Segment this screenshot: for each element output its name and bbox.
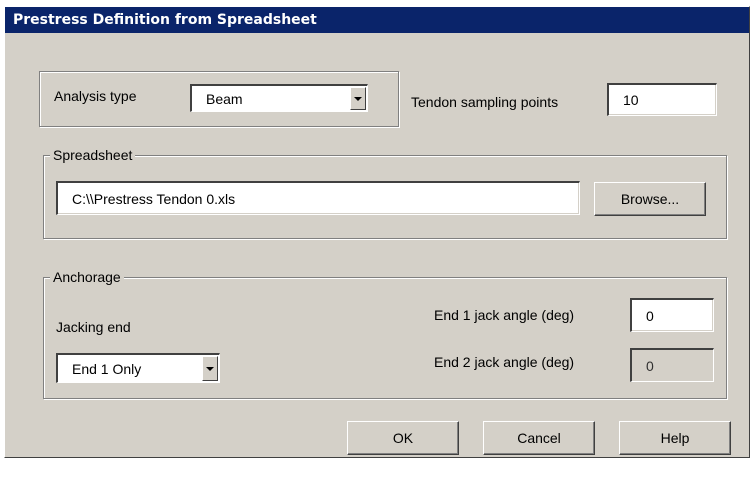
analysis-type-label: Analysis type xyxy=(54,88,137,104)
tendon-sampling-input[interactable]: 10 xyxy=(607,83,717,116)
jacking-end-value: End 1 Only xyxy=(72,360,142,377)
ok-button[interactable]: OK xyxy=(347,421,459,455)
spreadsheet-group-label: Spreadsheet xyxy=(50,146,136,164)
browse-button[interactable]: Browse... xyxy=(594,182,706,216)
chevron-down-icon xyxy=(206,366,214,371)
jacking-end-label: Jacking end xyxy=(56,319,131,335)
chevron-down-icon xyxy=(354,96,362,101)
analysis-type-dropdown-button[interactable] xyxy=(350,87,366,110)
jacking-end-dropdown-button[interactable] xyxy=(202,356,218,381)
window-title: Prestress Definition from Spreadsheet xyxy=(5,7,749,33)
anchorage-group-label: Anchorage xyxy=(50,268,124,286)
end1-jack-angle-input[interactable]: 0 xyxy=(630,298,714,332)
spreadsheet-path-input[interactable]: C:\\Prestress Tendon 0.xls xyxy=(56,181,580,215)
jacking-end-select[interactable]: End 1 Only xyxy=(56,353,220,383)
cancel-button[interactable]: Cancel xyxy=(483,421,595,455)
analysis-type-value: Beam xyxy=(206,90,243,107)
end2-jack-angle-label: End 2 jack angle (deg) xyxy=(434,354,575,370)
analysis-type-group: Analysis type Beam xyxy=(39,71,399,127)
anchorage-group: Anchorage Jacking end End 1 Only End 1 j… xyxy=(43,268,727,399)
spreadsheet-group: Spreadsheet C:\\Prestress Tendon 0.xls B… xyxy=(43,146,727,239)
analysis-type-select[interactable]: Beam xyxy=(190,84,368,112)
help-button[interactable]: Help xyxy=(619,421,731,455)
end2-jack-angle-input: 0 xyxy=(630,348,714,382)
end1-jack-angle-label: End 1 jack angle (deg) xyxy=(434,307,575,323)
tendon-sampling-label: Tendon sampling points xyxy=(411,94,559,110)
prestress-dialog: Prestress Definition from Spreadsheet An… xyxy=(4,6,750,458)
